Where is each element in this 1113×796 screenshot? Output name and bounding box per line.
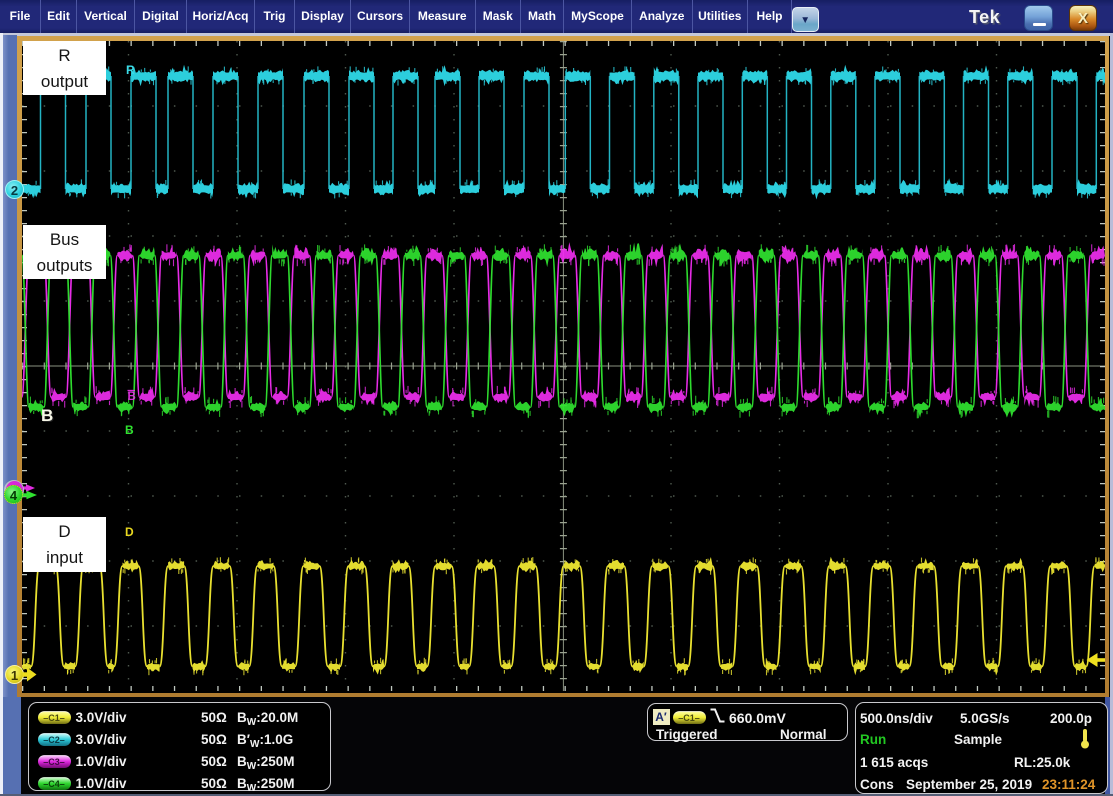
svg-text:B: B [128,391,136,403]
svg-text:R: R [126,63,135,77]
svg-text:B: B [125,423,134,437]
svg-text:D: D [125,525,134,539]
